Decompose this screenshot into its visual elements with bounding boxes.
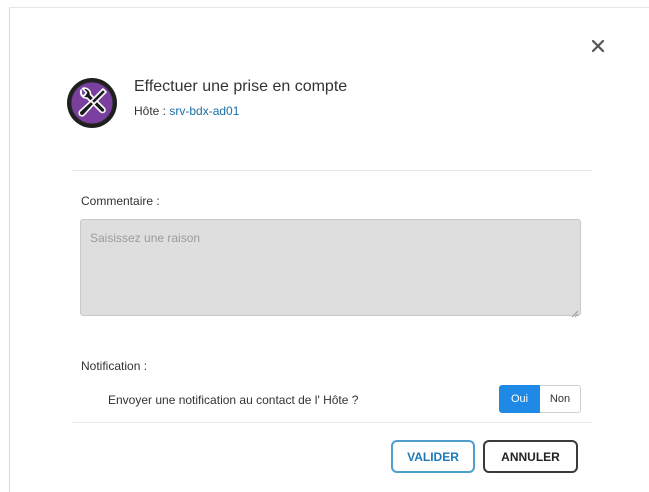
divider [72, 170, 592, 171]
divider [72, 422, 592, 423]
resize-grip-icon[interactable] [571, 305, 579, 318]
notification-question: Envoyer une notification au contact de l… [108, 393, 359, 407]
close-icon[interactable] [588, 36, 608, 56]
toggle-option-no[interactable]: Non [540, 385, 581, 413]
tools-icon [66, 77, 118, 129]
comment-label: Commentaire : [81, 194, 160, 208]
notification-toggle: Oui Non [499, 385, 581, 413]
acknowledge-dialog: Effectuer une prise en compte Hôte : srv… [0, 0, 649, 492]
dialog-title: Effectuer une prise en compte [134, 78, 348, 95]
host-link[interactable]: srv-bdx-ad01 [169, 104, 239, 118]
comment-textarea[interactable] [80, 219, 581, 316]
cancel-button[interactable]: ANNULER [483, 440, 578, 473]
modal-border [9, 7, 649, 8]
host-label: Hôte : [134, 104, 167, 118]
modal-border [9, 7, 10, 492]
notification-label: Notification : [81, 359, 148, 373]
host-line: Hôte : srv-bdx-ad01 [134, 104, 239, 118]
validate-button[interactable]: VALIDER [391, 440, 475, 473]
toggle-option-yes[interactable]: Oui [499, 385, 540, 413]
